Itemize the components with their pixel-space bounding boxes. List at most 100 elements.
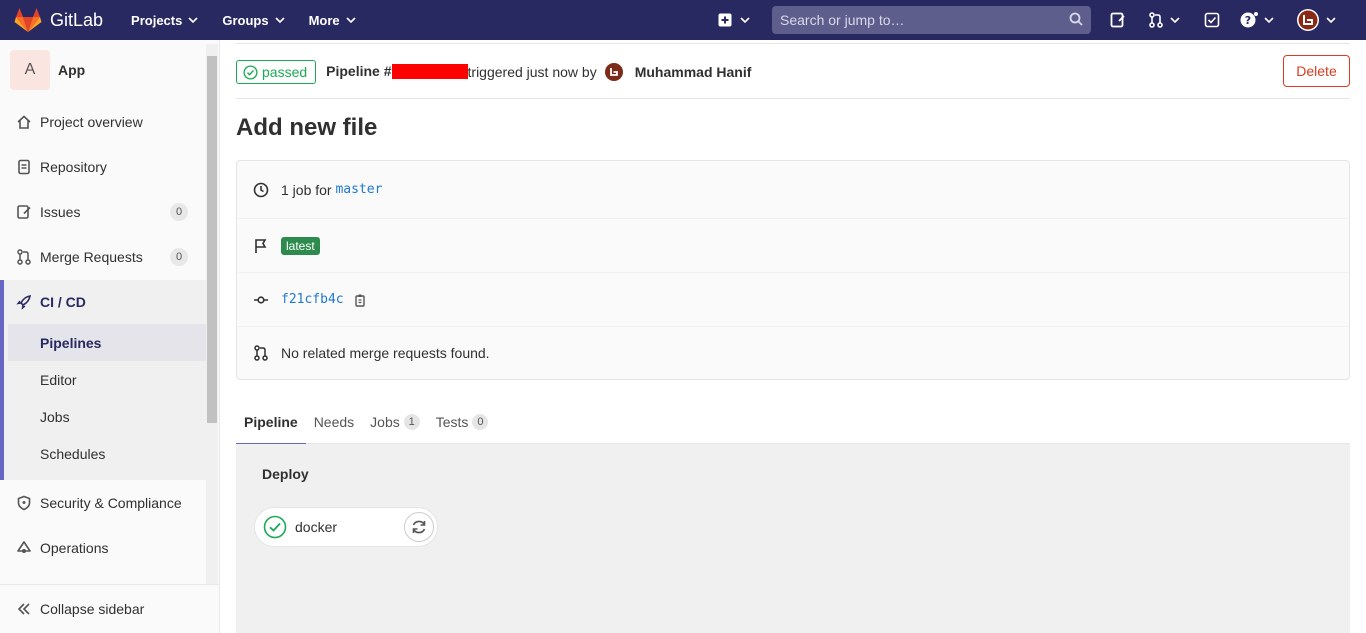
double-chevron-left-icon [17,603,30,615]
tag-row: latest [237,219,1349,272]
merge-requests-row: No related merge requests found. [237,327,1349,379]
chevron-down-icon [1326,17,1336,24]
brand-name: GitLab [50,9,104,30]
chevron-down-icon [188,17,198,24]
pipeline-graph: Deploy docker [236,444,1350,633]
help-nav-button[interactable]: ? [1240,0,1274,40]
collapse-sidebar-button[interactable]: Collapse sidebar [0,584,219,633]
sidebar-item-merge-requests[interactable]: Merge Requests 0 [0,235,206,279]
copy-icon[interactable] [354,293,368,307]
sidebar-item-label: Project overview [40,114,143,130]
merge-request-icon [1149,12,1163,28]
sidebar-section-cicd: CI / CD Pipelines Editor Jobs Schedules [0,280,210,480]
sidebar-item-project-overview[interactable]: Project overview [0,100,206,144]
sidebar-item-label: Operations [40,540,109,556]
project-avatar: A [10,50,50,90]
flag-icon [253,238,271,254]
todo-icon [1204,12,1220,28]
projects-menu[interactable]: Projects [131,13,198,28]
merge-requests-count-badge: 0 [170,248,188,266]
project-header[interactable]: A App [10,50,85,90]
new-menu[interactable] [718,0,750,40]
groups-label: Groups [222,12,269,28]
commit-row: f21cfb4c [237,273,1349,326]
issues-nav-button[interactable] [1110,0,1126,40]
pipeline-header: passed Pipeline # triggered just now by … [236,55,1350,88]
chevron-down-icon [346,17,356,24]
commit-icon [253,292,271,308]
user-menu[interactable] [1296,0,1336,40]
tab-needs[interactable]: Needs [306,400,362,444]
divider [236,43,1350,44]
search-box[interactable] [772,6,1091,34]
more-menu[interactable]: More [309,13,356,28]
job-pill[interactable]: docker [254,507,438,547]
user-name[interactable]: Muhammad Hanif [635,64,752,80]
tab-tests[interactable]: Tests 0 [428,400,497,444]
check-circle-icon [263,515,287,539]
merge-request-icon [16,249,32,265]
issues-icon [16,204,32,220]
status-label: passed [262,64,308,80]
groups-menu[interactable]: Groups [222,12,285,28]
svg-text:?: ? [1245,14,1251,27]
sidebar-subitem-schedules[interactable]: Schedules [40,435,206,472]
avatar [1297,9,1319,31]
sidebar-item-label: Issues [40,204,81,220]
sidebar-item-issues[interactable]: Issues 0 [0,190,206,234]
sidebar-item-label: Repository [40,159,107,175]
cloud-gear-icon [16,540,32,556]
sidebar-subitem-editor[interactable]: Editor [40,361,206,398]
search-input[interactable] [780,12,1060,28]
merge-request-icon [253,345,271,361]
stage-title: Deploy [262,466,309,482]
tab-label: Pipeline [244,414,298,430]
top-navbar: GitLab Projects Groups More Search or ju… [0,0,1366,40]
tab-jobs[interactable]: Jobs 1 [362,400,428,444]
commit-sha-link[interactable]: f21cfb4c [281,292,344,307]
page-title: Add new file [236,114,378,141]
tanuki-icon [14,8,42,32]
sidebar-item-operations[interactable]: Operations [0,526,206,570]
user-avatar[interactable] [604,63,623,81]
more-label: More [308,12,340,28]
sidebar-item-label: CI / CD [40,294,86,310]
status-badge[interactable]: passed [236,60,317,84]
sidebar-item-label: Security & Compliance [40,495,182,511]
chevron-down-icon [740,17,750,24]
tests-count-badge: 0 [472,414,489,430]
jobs-count-badge: 1 [403,414,420,430]
tab-label: Needs [313,414,355,430]
projects-label: Projects [131,12,183,28]
sidebar-subitem-jobs[interactable]: Jobs [40,398,206,435]
doc-icon [16,159,32,175]
retry-icon [412,520,426,534]
search-icon [1069,12,1083,26]
merge-requests-nav-button[interactable] [1148,0,1180,40]
redacted-pipeline-id [391,63,468,79]
chevron-down-icon [1264,17,1274,24]
tab-label: Tests [435,414,469,430]
branch-link[interactable]: master [335,182,382,197]
sidebar-subitem-pipelines[interactable]: Pipelines [40,324,206,361]
chevron-down-icon [1170,17,1180,24]
retry-button[interactable] [404,512,434,542]
sidebar-item-cicd[interactable]: CI / CD [16,280,86,324]
pipeline-title: Pipeline # [326,63,468,81]
delete-button[interactable]: Delete [1283,55,1350,87]
sidebar-item-label: Merge Requests [40,249,143,265]
gitlab-logo[interactable]: GitLab [14,7,103,33]
sidebar: A App Project overview Repository Issues… [0,40,220,633]
sidebar-scrollbar-thumb[interactable] [207,56,217,423]
divider [236,98,1350,99]
rocket-icon [16,295,31,310]
job-name: docker [295,519,338,535]
todos-nav-button[interactable] [1204,0,1220,40]
sidebar-item-repository[interactable]: Repository [0,145,206,189]
pipeline-tabs: Pipeline Needs Jobs 1 Tests 0 [236,400,1350,445]
pipeline-title-prefix: Pipeline # [326,63,392,80]
sidebar-item-security[interactable]: Security & Compliance [0,481,206,525]
collapse-label: Collapse sidebar [40,601,145,617]
chevron-down-icon [275,17,285,24]
tab-pipeline[interactable]: Pipeline [236,400,306,445]
